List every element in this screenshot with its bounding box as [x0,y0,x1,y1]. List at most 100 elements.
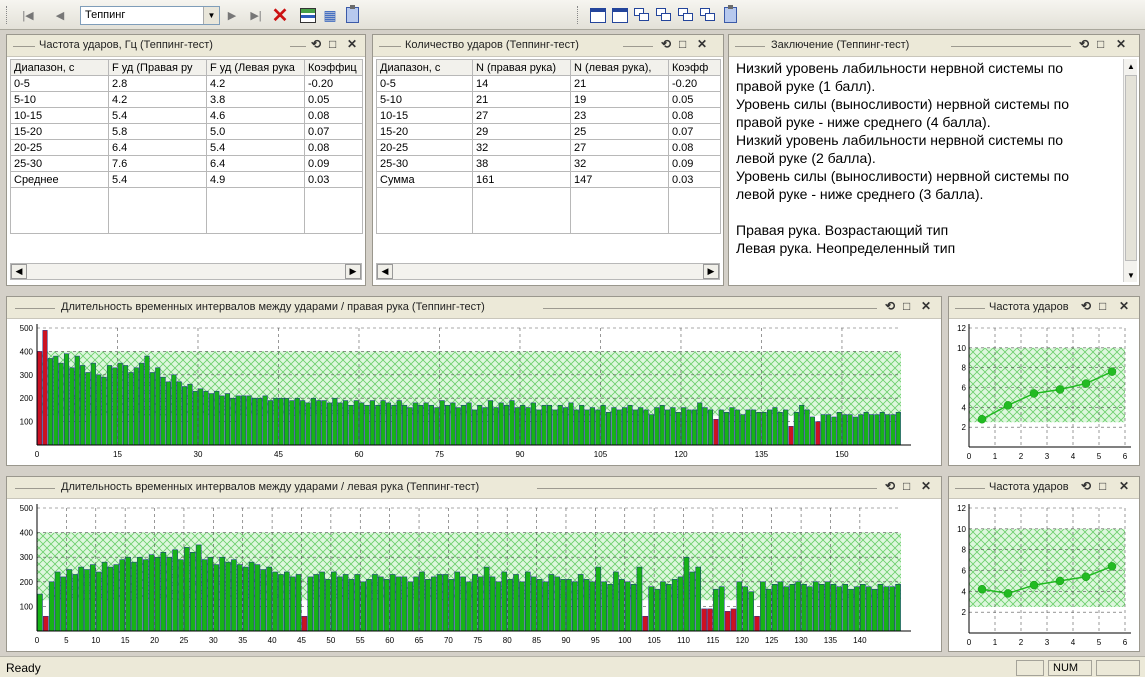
close-icon[interactable]: ✕ [347,37,357,51]
column-header[interactable]: F уд (Правая ру [108,59,207,76]
close-icon[interactable]: ✕ [697,37,707,51]
tile-icon[interactable] [698,5,718,25]
last-icon[interactable]: ▶| [246,5,266,25]
table-row[interactable]: 5-10 21 19 0.05 [376,91,721,108]
right-hand-interval-chart[interactable]: 100 200 300 400 500 0 15 30 45 60 75 90 105 120 135 150 [7,320,941,465]
column-header[interactable]: Диапазон, с [376,59,473,76]
chart-bar [160,552,167,632]
maximize-icon[interactable]: □ [1097,37,1104,51]
horizontal-scrollbar[interactable]: ◀ ▶ [376,263,720,280]
column-header[interactable]: N (левая рука), [570,59,669,76]
pin-icon[interactable]: ⟲ [1079,37,1089,51]
y-tick-label: 100 [20,602,34,611]
column-header[interactable]: Коэффиц [304,59,363,76]
scroll-thumb[interactable] [1125,75,1137,261]
tile-icon[interactable] [632,5,652,25]
pin-icon[interactable]: ⟲ [1081,299,1091,313]
chart-bar [284,571,290,632]
pin-icon[interactable]: ⟲ [661,37,671,51]
pin-icon[interactable]: ⟲ [311,37,321,51]
x-tick-label: 30 [194,450,203,459]
table-row[interactable]: 15-20 29 25 0.07 [376,123,721,140]
table-row[interactable]: 15-20 5.8 5.0 0.07 [10,123,363,140]
table-row[interactable]: 0-5 2.8 4.2 -0.20 [10,75,363,92]
prev-icon[interactable]: ◀ [50,5,70,25]
column-header[interactable]: N (правая рука) [472,59,571,76]
table-cell: 4.9 [206,171,305,188]
first-icon[interactable]: |◀ [18,5,38,25]
vertical-scrollbar[interactable]: ▲ ▼ [1123,59,1137,282]
maximize-icon[interactable]: □ [1099,479,1106,493]
chart-icon[interactable] [298,5,318,25]
maximize-icon[interactable]: □ [903,479,910,493]
chart-bar [607,584,613,632]
column-header[interactable]: F уд (Левая рука [206,59,305,76]
right-freq-chart[interactable]: 246810120 1 2 3 4 5 6 [949,320,1139,465]
window-icon[interactable] [610,5,630,25]
next-icon[interactable]: ▶ [222,5,242,25]
tile-icon[interactable] [654,5,674,25]
chart-bar [595,566,602,632]
table-row[interactable]: 10-15 27 23 0.08 [376,107,721,124]
maximize-icon[interactable]: □ [1099,299,1106,313]
table-row[interactable]: 10-15 5.4 4.6 0.08 [10,107,363,124]
freq-table: Диапазон, с F уд (Правая ру F уд (Левая … [10,59,363,234]
conclusion-line: Низкий уровень лабильности нервной систе… [736,132,1064,148]
left-freq-chart[interactable]: 246810120 1 2 3 4 5 6 [949,500,1139,651]
chevron-down-icon[interactable]: ▼ [203,7,219,24]
window-icon[interactable] [588,5,608,25]
scroll-left-icon[interactable]: ◀ [11,264,27,279]
multichart-icon[interactable]: ▦ [320,5,340,25]
table-cell: 0.05 [668,91,721,108]
y-tick-label: 100 [20,418,34,427]
toolbar-grip[interactable] [577,6,580,24]
y-tick-label: 6 [962,567,967,576]
chart-bar [643,409,649,446]
tile-icon[interactable] [676,5,696,25]
table-row[interactable]: 25-30 38 32 0.09 [376,155,721,172]
scroll-up-icon[interactable]: ▲ [1124,59,1138,73]
pin-icon[interactable]: ⟲ [885,479,895,493]
maximize-icon[interactable]: □ [329,37,336,51]
x-tick-label: 90 [562,636,571,645]
table-row[interactable]: 20-25 6.4 5.4 0.08 [10,139,363,156]
delete-icon[interactable]: ✕ [270,5,290,27]
scroll-right-icon[interactable]: ▶ [703,264,719,279]
chart-bar [724,411,730,446]
chart-bar [171,374,177,446]
left-hand-interval-chart[interactable]: 100 200 300 400 500 0 5 10 15 20 25 30 35 40 45 50 55 60 6… [7,500,941,651]
chart-bar [471,409,477,446]
close-icon[interactable]: ✕ [1116,37,1126,51]
table-row[interactable]: Сумма 161 147 0.03 [376,171,721,188]
toolbar-grip[interactable] [6,6,9,24]
scroll-down-icon[interactable]: ▼ [1124,268,1138,282]
clipboard-icon[interactable] [720,5,740,25]
scroll-right-icon[interactable]: ▶ [345,264,361,279]
horizontal-scrollbar[interactable]: ◀ ▶ [10,263,362,280]
table-row[interactable]: 0-5 14 21 -0.20 [376,75,721,92]
close-icon[interactable]: ✕ [1119,299,1129,313]
test-select[interactable]: Теппинг ▼ [80,6,220,25]
column-header[interactable]: Коэфф [668,59,721,76]
pin-icon[interactable]: ⟲ [885,299,895,313]
table-row[interactable]: 20-25 32 27 0.08 [376,139,721,156]
conclusion-text[interactable]: Низкий уровень лабильности нервной систе… [733,59,1119,282]
maximize-icon[interactable]: □ [679,37,686,51]
table-row[interactable]: 25-30 7.6 6.4 0.09 [10,155,363,172]
column-header[interactable]: Диапазон, с [10,59,109,76]
clipboard-icon[interactable] [342,5,362,25]
close-icon[interactable]: ✕ [921,479,931,493]
close-icon[interactable]: ✕ [921,299,931,313]
left-freq-chart-panel: Частота ударов ⟲ □ ✕ 2 4 6 8 10 12 0 1 2 3 4 5 6 [948,476,1140,652]
scroll-left-icon[interactable]: ◀ [377,264,393,279]
maximize-icon[interactable]: □ [903,299,910,313]
pin-icon[interactable]: ⟲ [1081,479,1091,493]
panel-title: Длительность временных интервалов между … [61,301,485,313]
chart-bar [60,576,67,632]
table-row[interactable]: Среднее 5.4 4.9 0.03 [10,171,363,188]
close-icon[interactable]: ✕ [1119,479,1129,493]
chart-bar [461,404,467,446]
table-row[interactable]: 5-10 4.2 3.8 0.05 [10,91,363,108]
chart-bar [477,576,484,632]
chart-bar [525,407,531,446]
